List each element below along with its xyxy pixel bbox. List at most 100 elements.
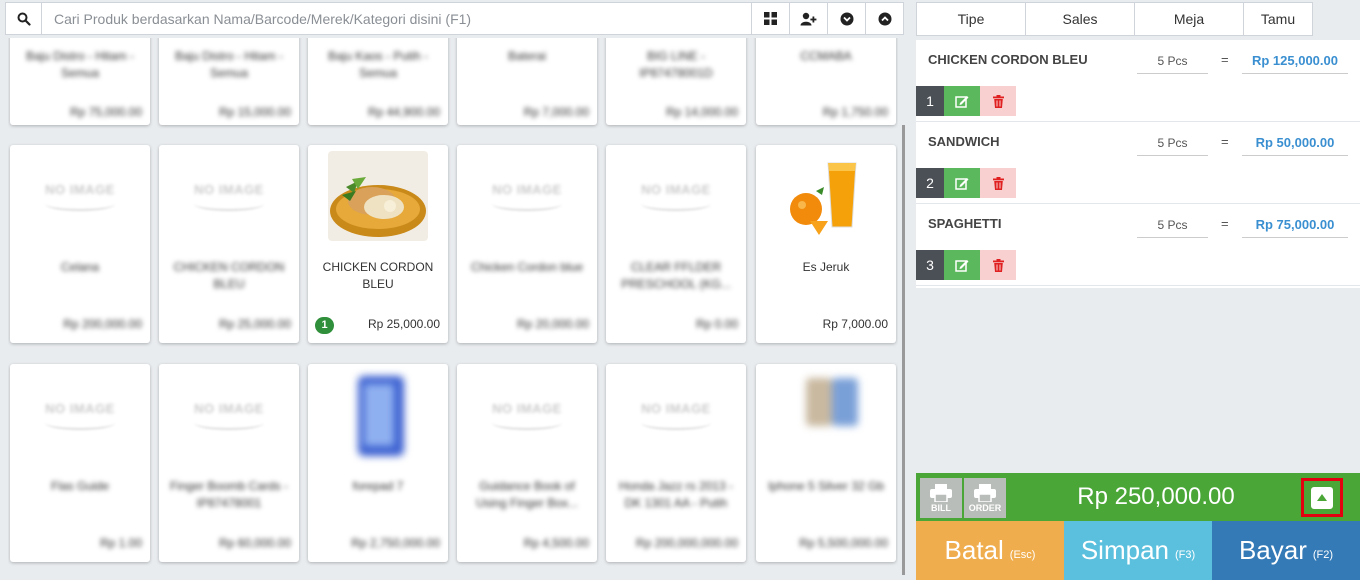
- product-card[interactable]: NO IMAGE Flas Guide Rp 1.00: [10, 364, 150, 562]
- cart-item: SPAGHETTI 5 Pcs = Rp 75,000.00 3: [916, 204, 1360, 286]
- order-tabs: Tipe Sales Meja Tamu: [916, 2, 1313, 36]
- trash-icon: [992, 94, 1004, 108]
- search-button[interactable]: [6, 3, 42, 34]
- edit-button[interactable]: [944, 168, 980, 198]
- pay-button[interactable]: Bayar (F2): [1212, 521, 1360, 580]
- cart-item-name: SPAGHETTI: [928, 216, 1002, 231]
- product-card[interactable]: BIG LINE - IP87478001D Rp 14,000.00: [606, 38, 746, 125]
- edit-icon: [955, 177, 969, 190]
- printer-icon: [930, 483, 952, 502]
- cart-item-total[interactable]: Rp 75,000.00: [1242, 212, 1348, 238]
- product-name: CLEAR FFLDER PRESCHOOL (KG...: [621, 260, 731, 291]
- product-name: Baterai: [507, 49, 547, 63]
- cart-item-qty[interactable]: 5 Pcs: [1137, 212, 1208, 238]
- cancel-label: Batal: [944, 535, 1004, 565]
- cart-item: SANDWICH 5 Pcs = Rp 50,000.00 2: [916, 122, 1360, 204]
- cart-item-total[interactable]: Rp 125,000.00: [1242, 48, 1348, 74]
- edit-button[interactable]: [944, 86, 980, 116]
- product-card[interactable]: NO IMAGE CHICKEN CORDON BLEU Rp 25,000.0…: [159, 145, 299, 343]
- product-price: Rp 2,750,000.00: [351, 536, 440, 550]
- no-image-placeholder: NO IMAGE: [179, 370, 279, 460]
- product-card[interactable]: CCMABA Rp 1,750.00: [756, 38, 896, 125]
- orange-juice-image: [776, 151, 876, 241]
- search-input[interactable]: [42, 3, 751, 34]
- product-name: Honda Jazz rs 2013 - DK 1301 AA - Putih: [618, 479, 734, 510]
- cancel-button[interactable]: Batal (Esc): [916, 521, 1064, 580]
- product-card[interactable]: NO IMAGE Celana Rp 200,000.00: [10, 145, 150, 343]
- grand-total: Rp 250,000.00: [1077, 483, 1235, 510]
- product-card[interactable]: NO IMAGE CLEAR FFLDER PRESCHOOL (KG... R…: [606, 145, 746, 343]
- print-bill-button[interactable]: BILL: [920, 478, 962, 518]
- product-name: Celana: [60, 260, 100, 274]
- product-price: Rp 75,000.00: [69, 105, 142, 119]
- save-button[interactable]: Simpan (F3): [1064, 521, 1212, 580]
- product-price: Rp 200,000,000.00: [635, 536, 738, 550]
- product-card[interactable]: Baju Distro - Hitam - Semua Rp 15,000.00: [159, 38, 299, 125]
- cancel-shortcut: (Esc): [1009, 548, 1036, 561]
- product-name: Baju Distro - Hitam - Semua: [174, 49, 284, 80]
- product-price: Rp 25,000.00: [218, 317, 291, 331]
- product-image: [776, 370, 876, 460]
- product-grid: Baju Distro - Hitam - Semua Rp 75,000.00…: [8, 38, 898, 578]
- pay-label: Bayar: [1238, 535, 1307, 565]
- product-card-es-jeruk[interactable]: Es Jeruk Rp 7,000.00: [756, 145, 896, 343]
- no-image-placeholder: NO IMAGE: [179, 151, 279, 241]
- print-order-button[interactable]: ORDER: [964, 478, 1006, 518]
- product-card[interactable]: Iphone 5 Silver 32 Gb Rp 5,500,000.00: [756, 364, 896, 562]
- printer-icon: [974, 483, 996, 502]
- scroll-up-button[interactable]: [865, 3, 903, 34]
- no-image-placeholder: NO IMAGE: [477, 151, 577, 241]
- chicken-cordon-bleu-image: [328, 151, 428, 241]
- product-name: Iphone 5 Silver 32 Gb: [767, 479, 885, 493]
- grid-icon: [764, 12, 777, 25]
- grid-view-button[interactable]: [751, 3, 789, 34]
- search-bar: [5, 2, 904, 35]
- product-card-chicken-cordon-bleu[interactable]: CHICKEN CORDON BLEU 1 Rp 25,000.00: [308, 145, 448, 343]
- chevron-down-icon: [840, 12, 853, 25]
- tab-meja[interactable]: Meja: [1134, 2, 1244, 36]
- product-card[interactable]: NO IMAGE Finger Boomb Cards - IP87478001…: [159, 364, 299, 562]
- caret-up-icon: [1317, 494, 1327, 501]
- scroll-down-button[interactable]: [827, 3, 865, 34]
- tab-tipe[interactable]: Tipe: [916, 2, 1026, 36]
- product-price: Rp 15,000.00: [218, 105, 291, 119]
- cart-item-number: 3: [916, 250, 944, 280]
- print-bill-label: BILL: [931, 502, 951, 513]
- cart-item-name: CHICKEN CORDON BLEU: [928, 52, 1088, 67]
- cart-item-total[interactable]: Rp 50,000.00: [1242, 130, 1348, 156]
- product-image: [328, 370, 428, 460]
- edit-button[interactable]: [944, 250, 980, 280]
- equals-sign: =: [1221, 216, 1229, 231]
- scrollbar-thumb[interactable]: [902, 125, 905, 575]
- product-card[interactable]: NO IMAGE Honda Jazz rs 2013 - DK 1301 AA…: [606, 364, 746, 562]
- product-price: Rp 20,000.00: [516, 317, 589, 331]
- no-image-placeholder: NO IMAGE: [30, 151, 130, 241]
- pay-shortcut: (F2): [1312, 548, 1334, 561]
- product-card[interactable]: Baterai Rp 7,000.00: [457, 38, 597, 125]
- delete-button[interactable]: [980, 250, 1016, 280]
- product-card[interactable]: NO IMAGE Chicken Cordon blue Rp 20,000.0…: [457, 145, 597, 343]
- delete-button[interactable]: [980, 168, 1016, 198]
- edit-icon: [955, 95, 969, 108]
- product-card[interactable]: forepad 7 Rp 2,750,000.00: [308, 364, 448, 562]
- tab-sales[interactable]: Sales: [1025, 2, 1135, 36]
- tab-tamu[interactable]: Tamu: [1243, 2, 1313, 36]
- no-image-placeholder: NO IMAGE: [477, 370, 577, 460]
- delete-button[interactable]: [980, 86, 1016, 116]
- cart-item-qty[interactable]: 5 Pcs: [1137, 130, 1208, 156]
- product-price: Rp 25,000.00: [367, 317, 440, 331]
- cart-item-qty[interactable]: 5 Pcs: [1137, 48, 1208, 74]
- quantity-badge: 1: [315, 317, 334, 334]
- cart-item-number: 1: [916, 86, 944, 116]
- product-price: Rp 1,750.00: [822, 105, 888, 119]
- product-card[interactable]: Baju Distro - Hitam - Semua Rp 75,000.00: [10, 38, 150, 125]
- order-panel: Tipe Sales Meja Tamu CHICKEN CORDON BLEU…: [912, 0, 1360, 580]
- product-name: CCMABA: [800, 49, 852, 63]
- product-card[interactable]: Baju Kaos - Putih - Semua Rp 44,900.00: [308, 38, 448, 125]
- product-card[interactable]: NO IMAGE Guidance Book of Using Finger B…: [457, 364, 597, 562]
- chevron-up-icon: [878, 12, 891, 25]
- expand-button[interactable]: [1301, 478, 1343, 517]
- add-customer-button[interactable]: [789, 3, 827, 34]
- save-label: Simpan: [1080, 535, 1169, 565]
- equals-sign: =: [1221, 134, 1229, 149]
